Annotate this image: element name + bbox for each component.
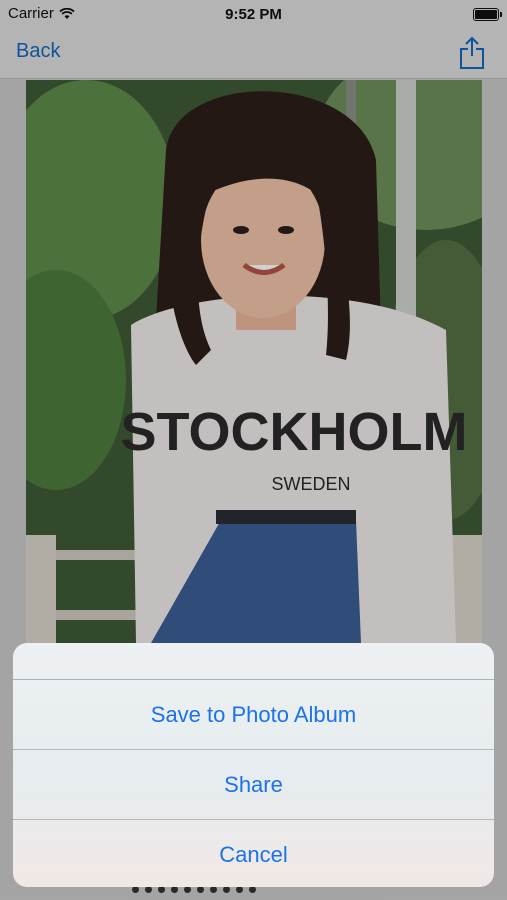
save-to-photo-album-button[interactable]: Save to Photo Album [13,680,494,750]
share-button[interactable]: Share [13,750,494,820]
cancel-button[interactable]: Cancel [13,820,494,887]
action-sheet: Save to Photo Album Share Cancel [13,643,494,887]
action-sheet-header [13,643,494,680]
